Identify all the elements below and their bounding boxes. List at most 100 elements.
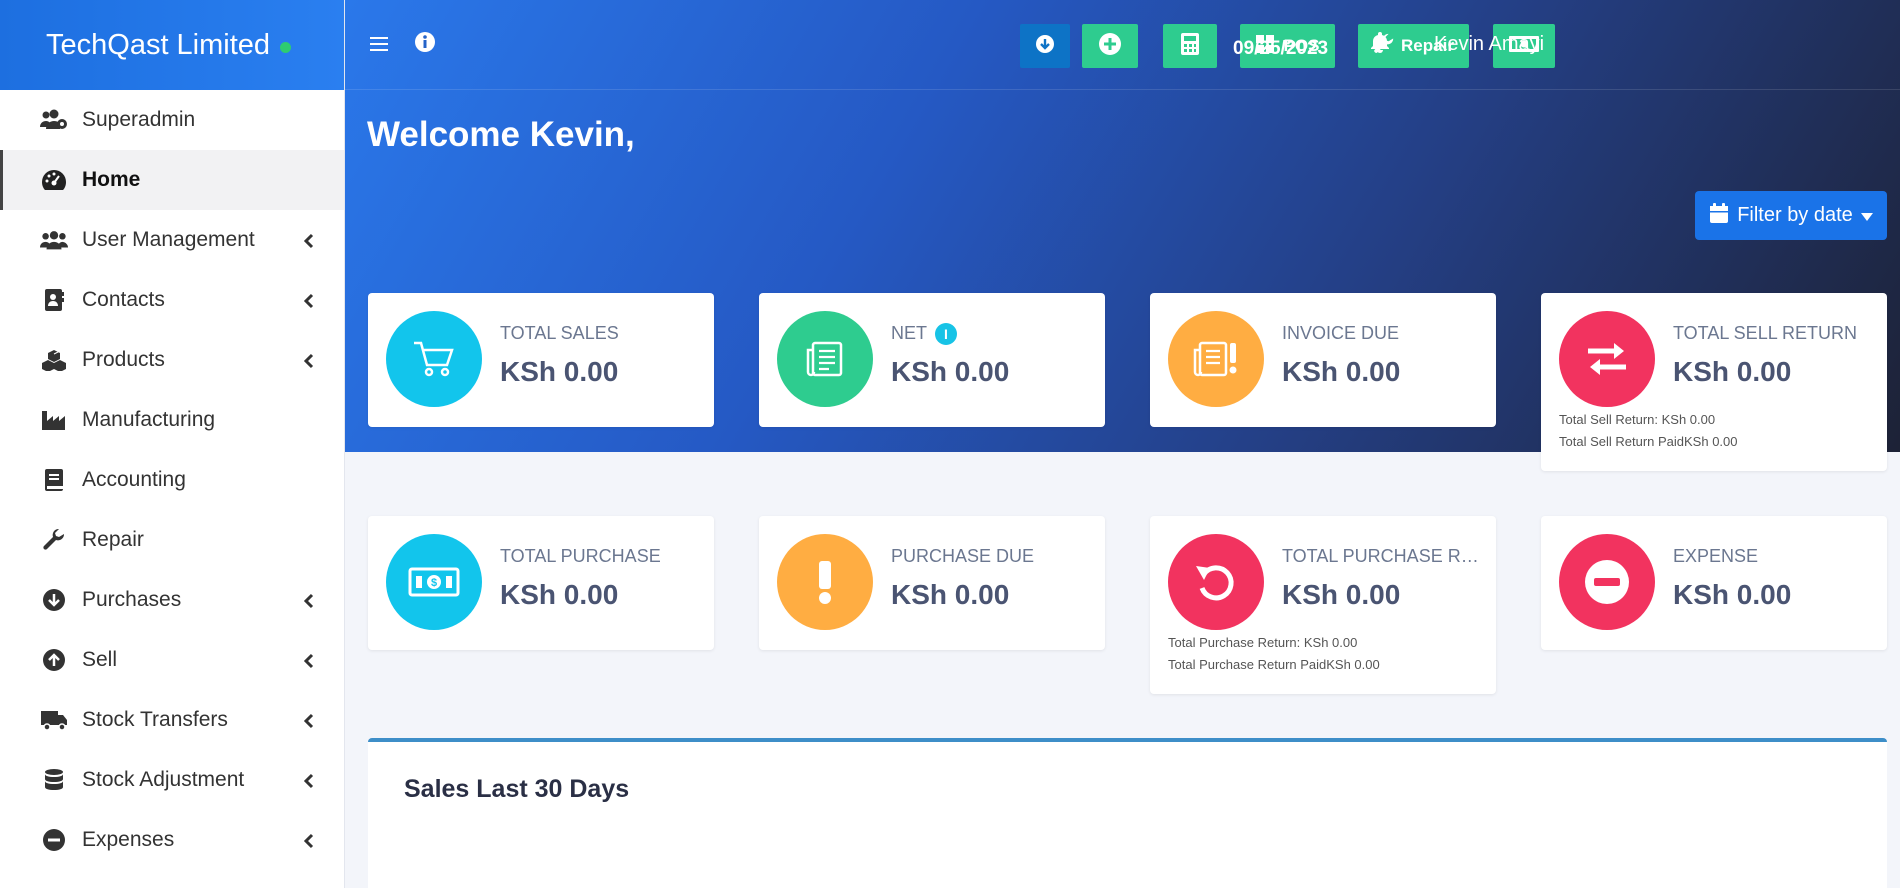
truck-icon bbox=[40, 706, 68, 734]
sidebar-item-purchases[interactable]: Purchases bbox=[0, 570, 344, 630]
sidebar-item-label: Accounting bbox=[82, 468, 186, 491]
dashboard-icon bbox=[40, 166, 68, 194]
sidebar-item-user-management[interactable]: User Management bbox=[0, 210, 344, 270]
sidebar: TechQast Limited Superadmin Home User Ma… bbox=[0, 0, 345, 888]
bell-icon[interactable] bbox=[1370, 31, 1390, 58]
card-subtext: Total Sell Return PaidKSh 0.00 bbox=[1559, 434, 1738, 449]
sidebar-item-label: Manufacturing bbox=[82, 408, 216, 431]
invoice-due-card: INVOICE DUE KSh 0.00 bbox=[1150, 293, 1496, 427]
arrow-circle-down-icon bbox=[40, 586, 68, 614]
sidebar-item-repair[interactable]: Repair bbox=[0, 510, 344, 570]
exclamation-icon bbox=[777, 534, 873, 630]
card-label: TOTAL SELL RETURN bbox=[1673, 323, 1858, 343]
sidebar-item-home[interactable]: Home bbox=[0, 150, 344, 210]
net-card: NET i KSh 0.00 bbox=[759, 293, 1105, 427]
card-value: KSh 0.00 bbox=[1282, 579, 1401, 610]
chevron-left-icon bbox=[303, 651, 314, 675]
sidebar-item-label: Products bbox=[82, 348, 165, 371]
sidebar-item-label: Contacts bbox=[82, 288, 165, 311]
calculator-button[interactable] bbox=[1163, 24, 1217, 68]
sidebar-item-superadmin[interactable]: Superadmin bbox=[0, 90, 344, 150]
expense-card: EXPENSE KSh 0.00 bbox=[1541, 516, 1887, 650]
sidebar-item-label: Superadmin bbox=[82, 108, 196, 131]
chevron-left-icon bbox=[303, 591, 314, 615]
user-menu[interactable]: Kevin Amayi bbox=[1434, 33, 1544, 56]
card-subtext: Total Sell Return: KSh 0.00 bbox=[1559, 412, 1716, 427]
arrow-circle-down-icon bbox=[1035, 34, 1055, 59]
panel-title: Sales Last 30 Days bbox=[404, 775, 630, 803]
caret-down-icon bbox=[1860, 204, 1873, 227]
info-icon[interactable]: i bbox=[935, 323, 957, 345]
calendar-icon bbox=[1709, 202, 1729, 230]
sidebar-item-products[interactable]: Products bbox=[0, 330, 344, 390]
database-icon bbox=[40, 766, 68, 794]
sidebar-item-contacts[interactable]: Contacts bbox=[0, 270, 344, 330]
money-bill-icon: $ bbox=[386, 534, 482, 630]
card-label: NET i bbox=[891, 323, 1096, 345]
sidebar-item-label: Sell bbox=[82, 648, 118, 671]
total-purchase-card: $ TOTAL PURCHASE KSh 0.00 bbox=[368, 516, 714, 650]
net-label: NET bbox=[891, 323, 927, 343]
chevron-left-icon bbox=[303, 831, 314, 855]
card-label: EXPENSE bbox=[1673, 546, 1759, 566]
sidebar-item-manufacturing[interactable]: Manufacturing bbox=[0, 390, 344, 450]
chevron-left-icon bbox=[303, 771, 314, 795]
brand-name: TechQast Limited bbox=[46, 28, 271, 61]
filter-label: Filter by date bbox=[1737, 204, 1853, 226]
current-date: 09/25/2023 bbox=[1233, 38, 1329, 59]
users-cog-icon bbox=[40, 106, 68, 134]
invoice-alert-icon bbox=[1168, 311, 1264, 407]
card-label: PURCHASE DUE bbox=[891, 546, 1035, 566]
sidebar-item-label: Stock Adjustment bbox=[82, 768, 245, 791]
chevron-left-icon bbox=[303, 351, 314, 375]
download-button[interactable] bbox=[1020, 24, 1070, 68]
newspaper-icon bbox=[777, 311, 873, 407]
total-sales-card: TOTAL SALES KSh 0.00 bbox=[368, 293, 714, 427]
cart-icon bbox=[386, 311, 482, 407]
card-label: INVOICE DUE bbox=[1282, 323, 1400, 343]
card-label: TOTAL PURCHASE RETURN bbox=[1282, 546, 1487, 566]
total-sell-return-card: TOTAL SELL RETURN KSh 0.00 Total Sell Re… bbox=[1541, 293, 1887, 471]
card-value: KSh 0.00 bbox=[1673, 579, 1792, 610]
page-title: Welcome Kevin, bbox=[367, 115, 635, 154]
address-book-icon bbox=[40, 286, 68, 314]
card-label: TOTAL SALES bbox=[500, 323, 619, 343]
sidebar-item-expenses[interactable]: Expenses bbox=[0, 810, 344, 870]
book-icon bbox=[40, 466, 68, 494]
hamburger-menu-icon[interactable] bbox=[367, 32, 391, 58]
sidebar-item-label: Home bbox=[82, 168, 141, 191]
chevron-left-icon bbox=[303, 231, 314, 255]
sidebar-item-stock-adjustment[interactable]: Stock Adjustment bbox=[0, 750, 344, 810]
chevron-left-icon bbox=[303, 711, 314, 735]
sidebar-item-accounting[interactable]: Accounting bbox=[0, 450, 344, 510]
wrench-icon bbox=[40, 526, 68, 554]
card-value: KSh 0.00 bbox=[891, 356, 1010, 387]
sidebar-item-label: Purchases bbox=[82, 588, 182, 611]
total-purchase-return-card: TOTAL PURCHASE RETURN KSh 0.00 Total Pur… bbox=[1150, 516, 1496, 694]
undo-icon bbox=[1168, 534, 1264, 630]
sidebar-item-sell[interactable]: Sell bbox=[0, 630, 344, 690]
info-circle-icon[interactable] bbox=[413, 31, 437, 59]
card-value: KSh 0.00 bbox=[891, 579, 1010, 610]
brand[interactable]: TechQast Limited bbox=[0, 0, 344, 90]
plus-circle-icon bbox=[1098, 32, 1122, 61]
card-subtext: Total Purchase Return PaidKSh 0.00 bbox=[1168, 657, 1380, 672]
filter-by-date-button[interactable]: Filter by date bbox=[1695, 191, 1887, 240]
card-subtext: Total Purchase Return: KSh 0.00 bbox=[1168, 635, 1358, 650]
add-button[interactable] bbox=[1082, 24, 1138, 68]
sidebar-item-label: Stock Transfers bbox=[82, 708, 228, 731]
sidebar-item-stock-transfers[interactable]: Stock Transfers bbox=[0, 690, 344, 750]
svg-text:$: $ bbox=[431, 577, 437, 589]
cubes-icon bbox=[40, 346, 68, 374]
sidebar-item-label: Expenses bbox=[82, 828, 175, 851]
minus-circle-icon bbox=[1559, 534, 1655, 630]
sidebar-menu: Superadmin Home User Management Contacts bbox=[0, 90, 344, 870]
purchase-due-card: PURCHASE DUE KSh 0.00 bbox=[759, 516, 1105, 650]
card-value: KSh 0.00 bbox=[1673, 356, 1792, 387]
users-icon bbox=[40, 226, 68, 254]
calculator-icon bbox=[1180, 32, 1200, 61]
sidebar-item-label: Repair bbox=[82, 528, 144, 551]
sales-last-30-days-panel: Sales Last 30 Days bbox=[368, 738, 1887, 888]
exchange-icon bbox=[1559, 311, 1655, 407]
arrow-circle-up-icon bbox=[40, 646, 68, 674]
